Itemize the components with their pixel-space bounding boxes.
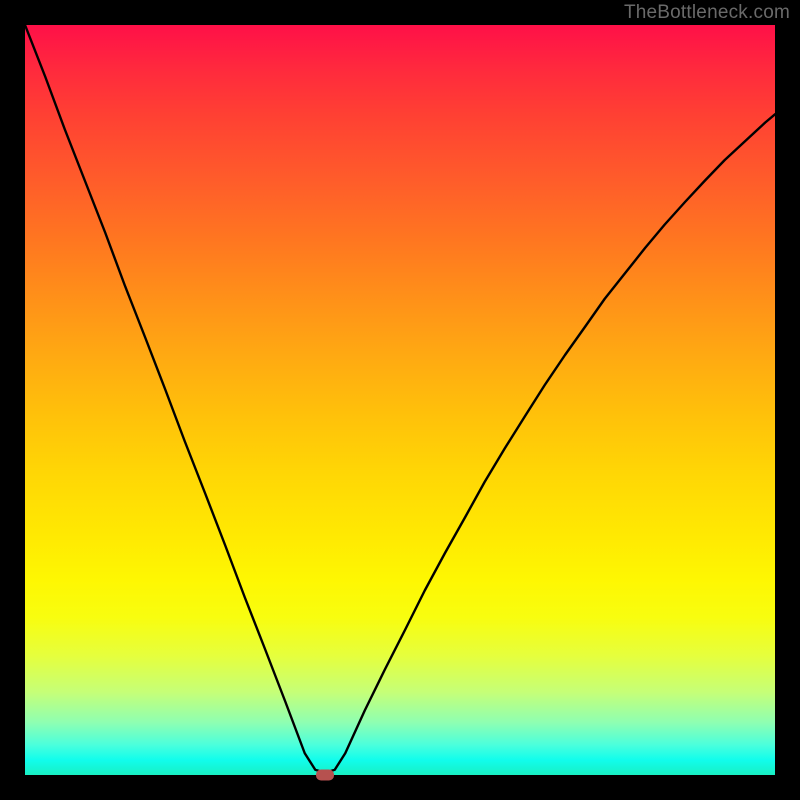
optimum-marker (316, 770, 334, 781)
plot-area (25, 25, 775, 775)
bottleneck-curve (25, 25, 775, 775)
chart-frame: TheBottleneck.com (0, 0, 800, 800)
watermark-text: TheBottleneck.com (624, 2, 790, 24)
